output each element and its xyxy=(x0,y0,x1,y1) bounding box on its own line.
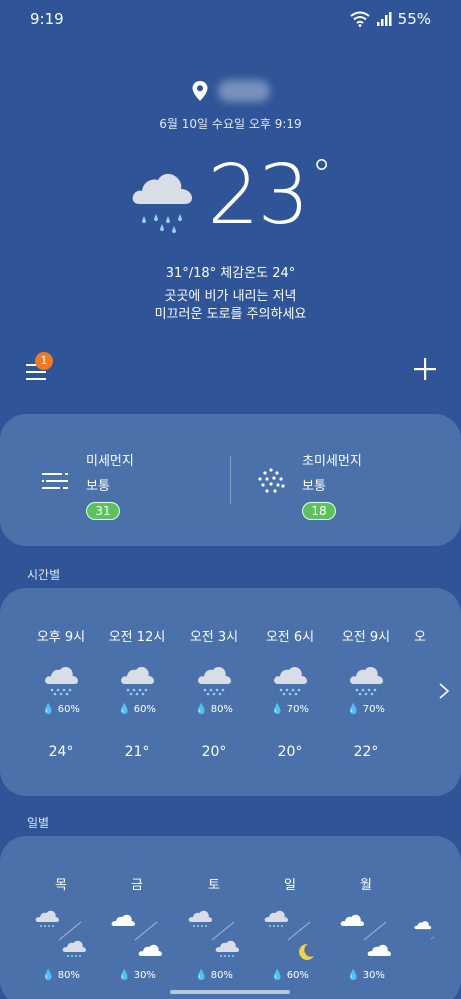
hourly-temperature: 22° xyxy=(353,744,379,760)
hourly-precipitation: 💧 70% xyxy=(347,704,385,715)
raindrop-icon: 💧 xyxy=(118,704,131,715)
rain-cloud-icon xyxy=(121,666,154,696)
fine-dust: 미세먼지 보통 31 xyxy=(40,450,134,520)
hourly-time: 오후 9시 xyxy=(36,630,86,645)
raindrop-icon: 💧 xyxy=(195,704,208,715)
hourly-time: 오전 9시 xyxy=(341,630,391,645)
daily-forecast-card[interactable]: 목 💧 80% 금 💧 30% 토 💧 80% 일 💧 60% 월 💧 30% xyxy=(0,836,461,999)
raindrop-icon: 💧 xyxy=(118,970,131,981)
chevron-right-icon[interactable] xyxy=(438,683,450,699)
description-line-1: 곳곳에 비가 내리는 저녁 xyxy=(164,289,297,304)
hourly-section-label: 시간별 xyxy=(27,568,61,582)
hourly-precipitation: 💧 60% xyxy=(42,704,80,715)
fine-dust-title: 미세먼지 xyxy=(86,454,134,469)
fine-dust-value-badge: 31 xyxy=(86,502,120,520)
raindrop-icon: 💧 xyxy=(195,970,208,981)
rain-cloud-icon xyxy=(45,666,78,696)
ultrafine-dust-status: 보통 xyxy=(302,479,326,494)
daily-section-label: 일별 xyxy=(27,816,50,830)
current-temperature: 23 xyxy=(207,148,309,243)
ultrafine-dust-icon xyxy=(258,468,285,493)
ultrafine-dust-title: 초미세먼지 xyxy=(302,454,362,469)
hourly-time: 오 xyxy=(414,630,426,645)
daily-precipitation: 💧 30% xyxy=(118,970,156,981)
raindrop-icon: 💧 xyxy=(347,704,360,715)
hourly-temperature: 20° xyxy=(277,744,303,760)
daily-precipitation: 💧 60% xyxy=(271,970,309,981)
raindrop-icon: 💧 xyxy=(347,970,360,981)
location[interactable] xyxy=(0,80,461,102)
rain-cloud-icon xyxy=(198,666,231,696)
daily-day: 월 xyxy=(360,878,372,893)
weather-description: 곳곳에 비가 내리는 저녁 미끄러운 도로를 주의하세요 xyxy=(0,288,461,324)
wifi-icon xyxy=(350,11,370,27)
daily-precipitation: 💧 30% xyxy=(347,970,385,981)
rain-cloud-icon xyxy=(350,666,383,696)
daily-day: 일 xyxy=(284,878,296,893)
daily-day: 토 xyxy=(208,878,220,893)
fine-dust-icon xyxy=(42,473,68,489)
hourly-forecast-card[interactable]: 오후 9시 💧 60% 24° 오전 12시 💧 60% 21° 오전 3시 💧… xyxy=(0,588,461,796)
hourly-temperature: 24° xyxy=(48,744,74,760)
status-icons: 55% xyxy=(350,10,431,28)
cloud-icon xyxy=(111,914,162,956)
plus-icon xyxy=(414,358,436,380)
rain-cloud-moon-icon xyxy=(264,910,314,960)
ultrafine-dust-value-badge: 18 xyxy=(302,502,336,520)
rain-cloud-icon xyxy=(35,910,86,957)
signal-icon xyxy=(376,12,392,26)
hourly-precipitation: 💧 80% xyxy=(195,704,233,715)
ultrafine-dust: 초미세먼지 보통 18 xyxy=(256,450,362,520)
hourly-time: 오전 6시 xyxy=(265,630,315,645)
rain-cloud-icon xyxy=(132,173,193,233)
rain-cloud-icon xyxy=(274,666,307,696)
status-time: 9:19 xyxy=(30,10,64,28)
cloud-icon xyxy=(414,920,434,940)
menu-button[interactable]: 1 xyxy=(26,352,56,384)
add-location-button[interactable] xyxy=(412,356,438,382)
air-quality-card[interactable]: 미세먼지 보통 31 초미세먼지 보통 18 xyxy=(0,414,461,546)
divider xyxy=(230,456,231,504)
minmax-feels-like: 31°/18° 체감온도 24° xyxy=(165,266,296,281)
hourly-time: 오전 3시 xyxy=(189,630,239,645)
raindrop-icon: 💧 xyxy=(271,970,284,981)
current-weather: 23 ° xyxy=(0,150,461,242)
daily-item-partial xyxy=(414,908,434,968)
cloud-icon xyxy=(340,914,391,956)
rain-cloud-icon xyxy=(188,910,239,957)
daily-precipitation: 💧 80% xyxy=(195,970,233,981)
location-name-blurred xyxy=(217,80,270,102)
location-pin-icon xyxy=(192,81,207,101)
home-indicator[interactable] xyxy=(170,990,290,994)
battery-percent: 55% xyxy=(397,10,431,28)
daily-day: 목 xyxy=(55,878,67,893)
degree-symbol: ° xyxy=(311,152,332,198)
daily-day: 금 xyxy=(131,878,143,893)
hourly-time: 오전 12시 xyxy=(108,630,166,645)
fine-dust-status: 보통 xyxy=(86,479,110,494)
hourly-precipitation: 💧 60% xyxy=(118,704,156,715)
hourly-precipitation: 💧 70% xyxy=(271,704,309,715)
raindrop-icon: 💧 xyxy=(42,970,55,981)
raindrop-icon: 💧 xyxy=(42,704,55,715)
notification-badge: 1 xyxy=(35,352,53,370)
hourly-temperature: 21° xyxy=(124,744,150,760)
description-line-2: 미끄러운 도로를 주의하세요 xyxy=(154,307,307,322)
raindrop-icon: 💧 xyxy=(271,704,284,715)
hourly-temperature: 20° xyxy=(201,744,227,760)
daily-precipitation: 💧 80% xyxy=(42,970,80,981)
current-datetime: 6월 10일 수요일 오후 9:19 xyxy=(159,117,302,131)
hourly-item-partial: 오 xyxy=(414,588,430,796)
status-bar: 9:19 55% xyxy=(0,0,461,38)
